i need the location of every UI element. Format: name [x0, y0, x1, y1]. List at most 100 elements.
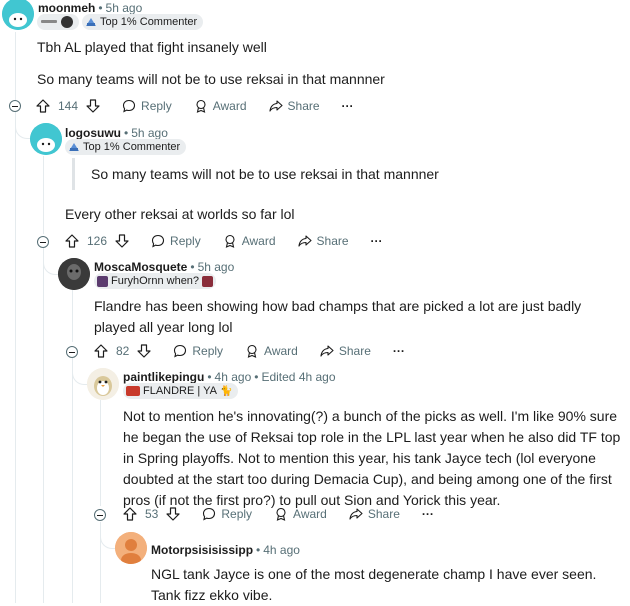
upvote-icon[interactable]	[94, 344, 108, 358]
flair-emoji-icon	[202, 275, 214, 287]
author-name[interactable]: MoscaMosquete	[94, 260, 187, 274]
share-button[interactable]: Share	[320, 344, 371, 358]
upvote-icon[interactable]	[36, 99, 50, 113]
collapse-thread-button[interactable]	[66, 346, 78, 358]
more-options-button[interactable]: ···	[342, 99, 354, 113]
author-name[interactable]: moonmeh	[38, 1, 95, 15]
award-icon	[196, 99, 206, 113]
vote-control: 82	[94, 344, 151, 358]
award-button[interactable]: Award	[245, 344, 298, 358]
user-flair: FLANDRE | YA 🐈	[123, 383, 239, 399]
snoo-avatar-icon	[2, 0, 34, 30]
comment-actions: 53 Reply Award Share ···	[123, 503, 456, 525]
share-icon	[349, 508, 363, 520]
comment-body-line: Tbh AL played that fight insanely well	[37, 39, 267, 55]
vote-count: 82	[116, 344, 130, 358]
avatar[interactable]	[2, 0, 34, 30]
share-button[interactable]: Share	[268, 99, 320, 113]
author-name[interactable]: paintlikepingu	[123, 370, 204, 384]
comment-actions: 144 Reply Award Share ···	[36, 95, 376, 117]
share-button[interactable]: Share	[297, 234, 349, 248]
reply-button[interactable]: Reply	[122, 99, 172, 113]
comment-body-line: So many teams will not be to use reksai …	[37, 71, 385, 87]
collapse-thread-button[interactable]	[37, 236, 49, 248]
thread-line[interactable]	[15, 32, 16, 104]
flair-text: FLANDRE | YA	[143, 385, 217, 397]
award-label: Award	[241, 234, 276, 248]
author-name[interactable]: Motorpsisisissipp	[151, 543, 253, 557]
comment-time[interactable]: 4h ago	[263, 543, 300, 557]
comment-actions: 82 Reply Award Share ···	[94, 340, 427, 362]
more-options-button[interactable]: ···	[393, 344, 405, 358]
badge-icon	[86, 18, 96, 26]
award-icon	[276, 507, 286, 521]
award-button[interactable]: Award	[223, 234, 276, 248]
reply-icon	[203, 507, 216, 521]
share-label: Share	[287, 99, 320, 113]
reply-label: Reply	[192, 344, 224, 358]
snoo-avatar-icon	[30, 123, 62, 155]
vote-control: 53	[123, 507, 180, 521]
top-commenter-badge: Top 1% Commenter	[65, 139, 187, 155]
reply-label: Reply	[221, 507, 253, 521]
vote-control: 126	[65, 234, 129, 248]
reply-button[interactable]: Reply	[173, 344, 223, 358]
comment-time[interactable]: 4h ago	[215, 370, 252, 384]
comment-body-line: Every other reksai at worlds so far lol	[65, 206, 295, 222]
thread-line[interactable]	[43, 156, 44, 234]
avatar[interactable]	[30, 123, 62, 155]
upvote-icon[interactable]	[65, 234, 79, 248]
downvote-icon[interactable]	[137, 344, 151, 358]
user-flair-image	[37, 14, 79, 30]
downvote-icon[interactable]	[166, 507, 180, 521]
thread-line[interactable]	[15, 112, 16, 603]
downvote-icon[interactable]	[86, 99, 100, 113]
thread-line[interactable]	[100, 400, 101, 506]
award-button[interactable]: Award	[274, 507, 327, 521]
comment-time[interactable]: 5h ago	[131, 126, 168, 140]
vote-count: 144	[58, 99, 79, 113]
avatar[interactable]	[58, 258, 90, 290]
award-icon	[225, 234, 235, 248]
thread-line[interactable]	[43, 248, 44, 603]
award-label: Award	[264, 344, 298, 358]
share-label: Share	[367, 507, 400, 521]
share-icon	[297, 235, 312, 247]
thread-line[interactable]	[72, 358, 73, 603]
reply-button[interactable]: Reply	[151, 234, 201, 248]
flair-text: Top 1% Commenter	[100, 16, 198, 28]
thread-line[interactable]	[72, 290, 73, 342]
cat-emoji-icon: 🐈	[219, 385, 233, 397]
flair-text: FuryhOrnn when?	[111, 275, 200, 287]
comment-time[interactable]: 5h ago	[106, 1, 143, 15]
upvote-icon[interactable]	[123, 507, 137, 521]
team-logo-icon	[126, 386, 140, 396]
avatar[interactable]	[115, 532, 147, 564]
comment-body: Not to mention he's innovating(?) a bunc…	[123, 408, 621, 508]
share-label: Share	[316, 234, 349, 248]
avatar[interactable]	[87, 368, 119, 400]
reply-icon	[174, 344, 187, 358]
comment-header: Motorpsisisissipp • 4h ago	[151, 543, 300, 557]
blockquote: So many teams will not be to use reksai …	[72, 158, 439, 190]
comment-body: Flandre has been showing how bad champs …	[94, 298, 582, 335]
default-avatar-icon	[115, 532, 147, 564]
comment-time[interactable]: 5h ago	[198, 260, 235, 274]
reply-button[interactable]: Reply	[202, 507, 252, 521]
share-button[interactable]: Share	[349, 507, 400, 521]
more-options-button[interactable]: ···	[422, 507, 434, 521]
vote-count: 126	[87, 234, 108, 248]
collapse-thread-button[interactable]	[9, 100, 21, 112]
more-options-button[interactable]: ···	[371, 234, 383, 248]
share-label: Share	[338, 344, 371, 358]
reply-label: Reply	[170, 234, 201, 248]
more-options-icon: ···	[370, 234, 383, 248]
author-name[interactable]: logosuwu	[65, 126, 121, 140]
share-icon	[320, 345, 334, 357]
more-options-icon: ···	[421, 507, 434, 521]
edited-label: Edited 4h ago	[261, 370, 336, 384]
reply-label: Reply	[141, 99, 172, 113]
downvote-icon[interactable]	[115, 234, 129, 248]
award-button[interactable]: Award	[194, 99, 247, 113]
collapse-thread-button[interactable]	[94, 509, 106, 521]
